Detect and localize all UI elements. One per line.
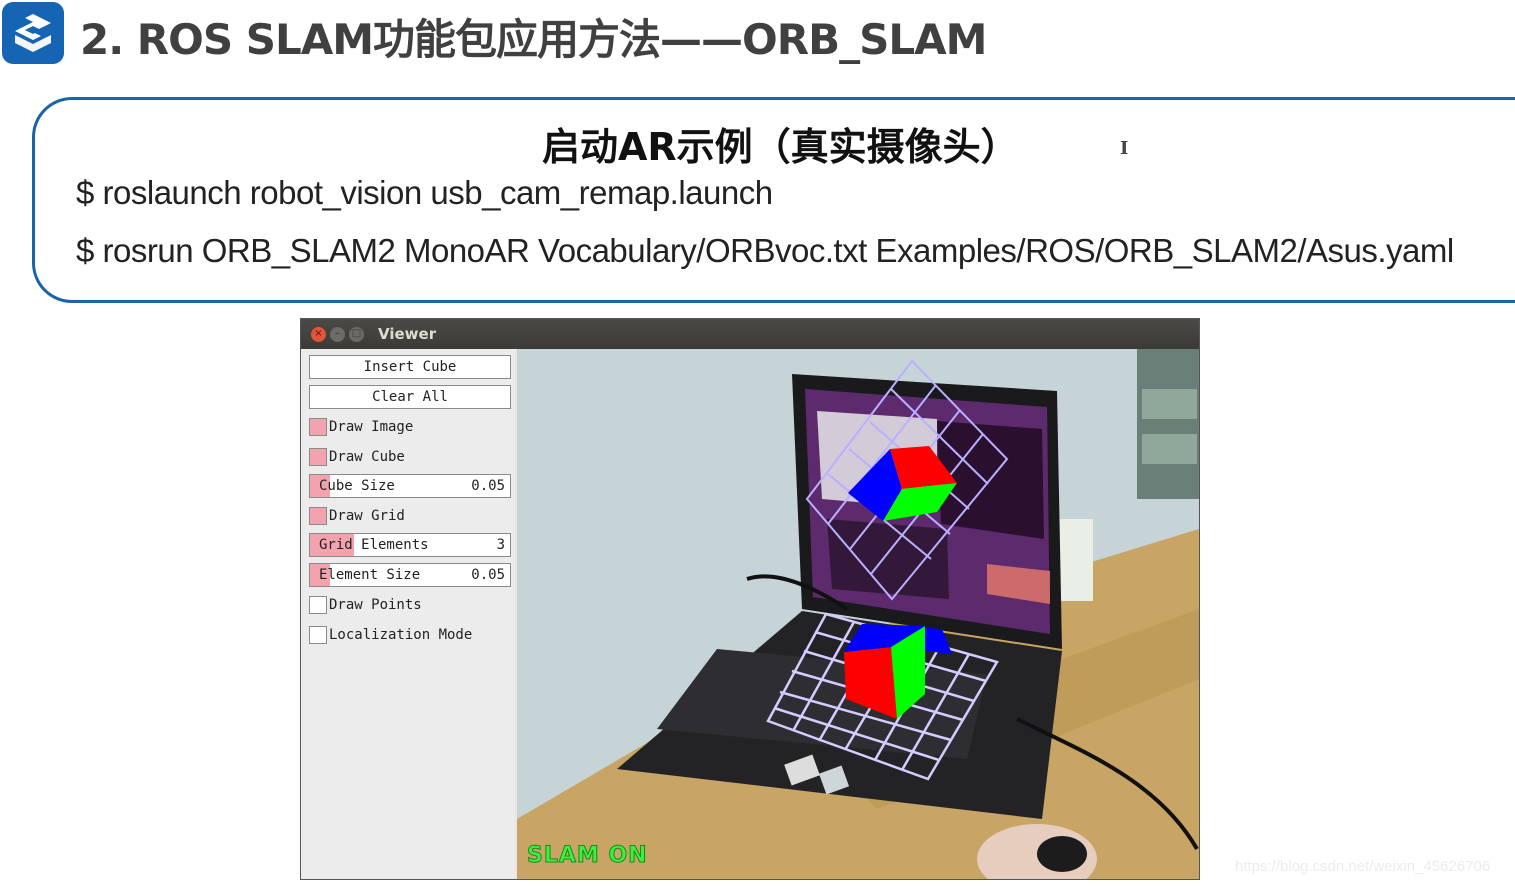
window-title: Viewer bbox=[378, 325, 437, 343]
draw-grid-checkbox[interactable]: Draw Grid bbox=[309, 505, 405, 527]
close-button[interactable]: × bbox=[311, 326, 326, 342]
checkbox-box[interactable] bbox=[309, 507, 327, 525]
slider-label: Grid Elements bbox=[319, 537, 429, 553]
text-cursor-icon: I bbox=[1120, 138, 1129, 159]
page-title: 2. ROS SLAM功能包应用方法——ORB_SLAM bbox=[80, 15, 987, 64]
slider-label: Cube Size bbox=[319, 478, 395, 494]
element-size-slider[interactable]: Element Size 0.05 bbox=[309, 563, 511, 587]
draw-cube-checkbox[interactable]: Draw Cube bbox=[309, 446, 405, 468]
camera-scene bbox=[517, 349, 1199, 879]
slider-value: 0.05 bbox=[471, 478, 505, 494]
checkbox-label: Draw Points bbox=[329, 597, 422, 613]
mouse bbox=[1037, 836, 1087, 872]
checkbox-label: Localization Mode bbox=[329, 627, 473, 643]
insert-cube-button[interactable]: Insert Cube bbox=[309, 355, 511, 379]
shelf-item bbox=[1142, 434, 1197, 464]
checkbox-label: Draw Cube bbox=[329, 449, 405, 465]
checkbox-box[interactable] bbox=[309, 596, 327, 614]
slam-status-label: SLAM ON bbox=[527, 843, 648, 869]
shelf-item bbox=[1142, 389, 1197, 419]
checkbox-box[interactable] bbox=[309, 448, 327, 466]
checkbox-label: Draw Grid bbox=[329, 508, 405, 524]
draw-image-checkbox[interactable]: Draw Image bbox=[309, 416, 413, 438]
watermark: https://blog.csdn.net/weixin_45626706 bbox=[1235, 858, 1491, 875]
cube-size-slider[interactable]: Cube Size 0.05 bbox=[309, 474, 511, 498]
draw-points-checkbox[interactable]: Draw Points bbox=[309, 594, 422, 616]
shelf bbox=[1137, 349, 1199, 499]
command-box-title: 启动AR示例（真实摄像头） bbox=[542, 125, 1019, 169]
control-panel: Insert Cube Clear All Draw Image Draw Cu… bbox=[301, 349, 515, 879]
camera-view[interactable]: SLAM ON bbox=[517, 349, 1199, 879]
viewer-window: × – □ Viewer Insert Cube Clear All Draw … bbox=[300, 318, 1200, 880]
checkbox-label: Draw Image bbox=[329, 419, 414, 435]
window-titlebar[interactable]: × – □ Viewer bbox=[301, 319, 1199, 349]
clear-all-button[interactable]: Clear All bbox=[309, 385, 511, 409]
checkbox-box[interactable] bbox=[309, 418, 327, 436]
localization-mode-checkbox[interactable]: Localization Mode bbox=[309, 624, 472, 646]
small-box bbox=[1057, 519, 1093, 601]
slider-value: 3 bbox=[496, 537, 505, 553]
command-line: $ rosrun ORB_SLAM2 MonoAR Vocabulary/ORB… bbox=[76, 232, 1454, 269]
command-line: $ roslaunch robot_vision usb_cam_remap.l… bbox=[76, 174, 773, 211]
minimize-button[interactable]: – bbox=[330, 326, 345, 342]
grid-elements-slider[interactable]: Grid Elements 3 bbox=[309, 533, 511, 557]
slider-value: 0.05 bbox=[471, 567, 505, 583]
maximize-button[interactable]: □ bbox=[349, 326, 364, 342]
slider-label: Element Size bbox=[319, 567, 421, 583]
s-logo-icon bbox=[2, 2, 64, 64]
checkbox-box[interactable] bbox=[309, 626, 327, 644]
